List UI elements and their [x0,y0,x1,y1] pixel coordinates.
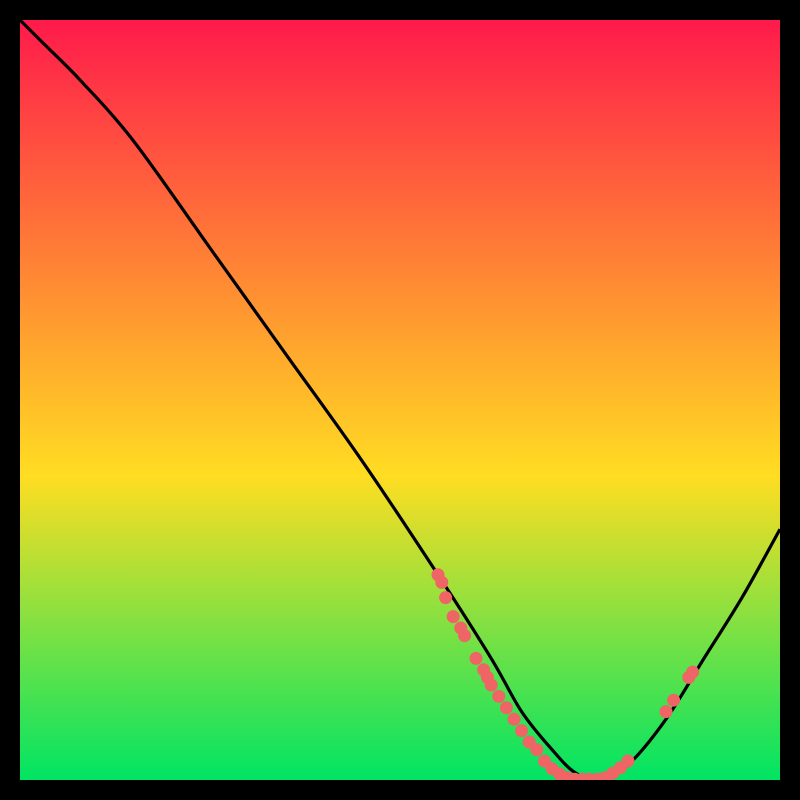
gradient-bg [20,20,780,780]
data-point [500,701,513,714]
data-point [530,743,543,756]
data-point [660,705,673,718]
data-point [439,591,452,604]
data-point [492,690,505,703]
data-point [667,694,680,707]
data-point [686,666,699,679]
data-point [435,576,448,589]
data-point [458,629,471,642]
bottleneck-chart [20,20,780,780]
chart-frame: TheBottleneck.com [20,20,780,780]
data-point [447,610,460,623]
data-point [622,755,635,768]
data-point [515,724,528,737]
data-point [470,652,483,665]
data-point [508,713,521,726]
data-point [485,679,498,692]
